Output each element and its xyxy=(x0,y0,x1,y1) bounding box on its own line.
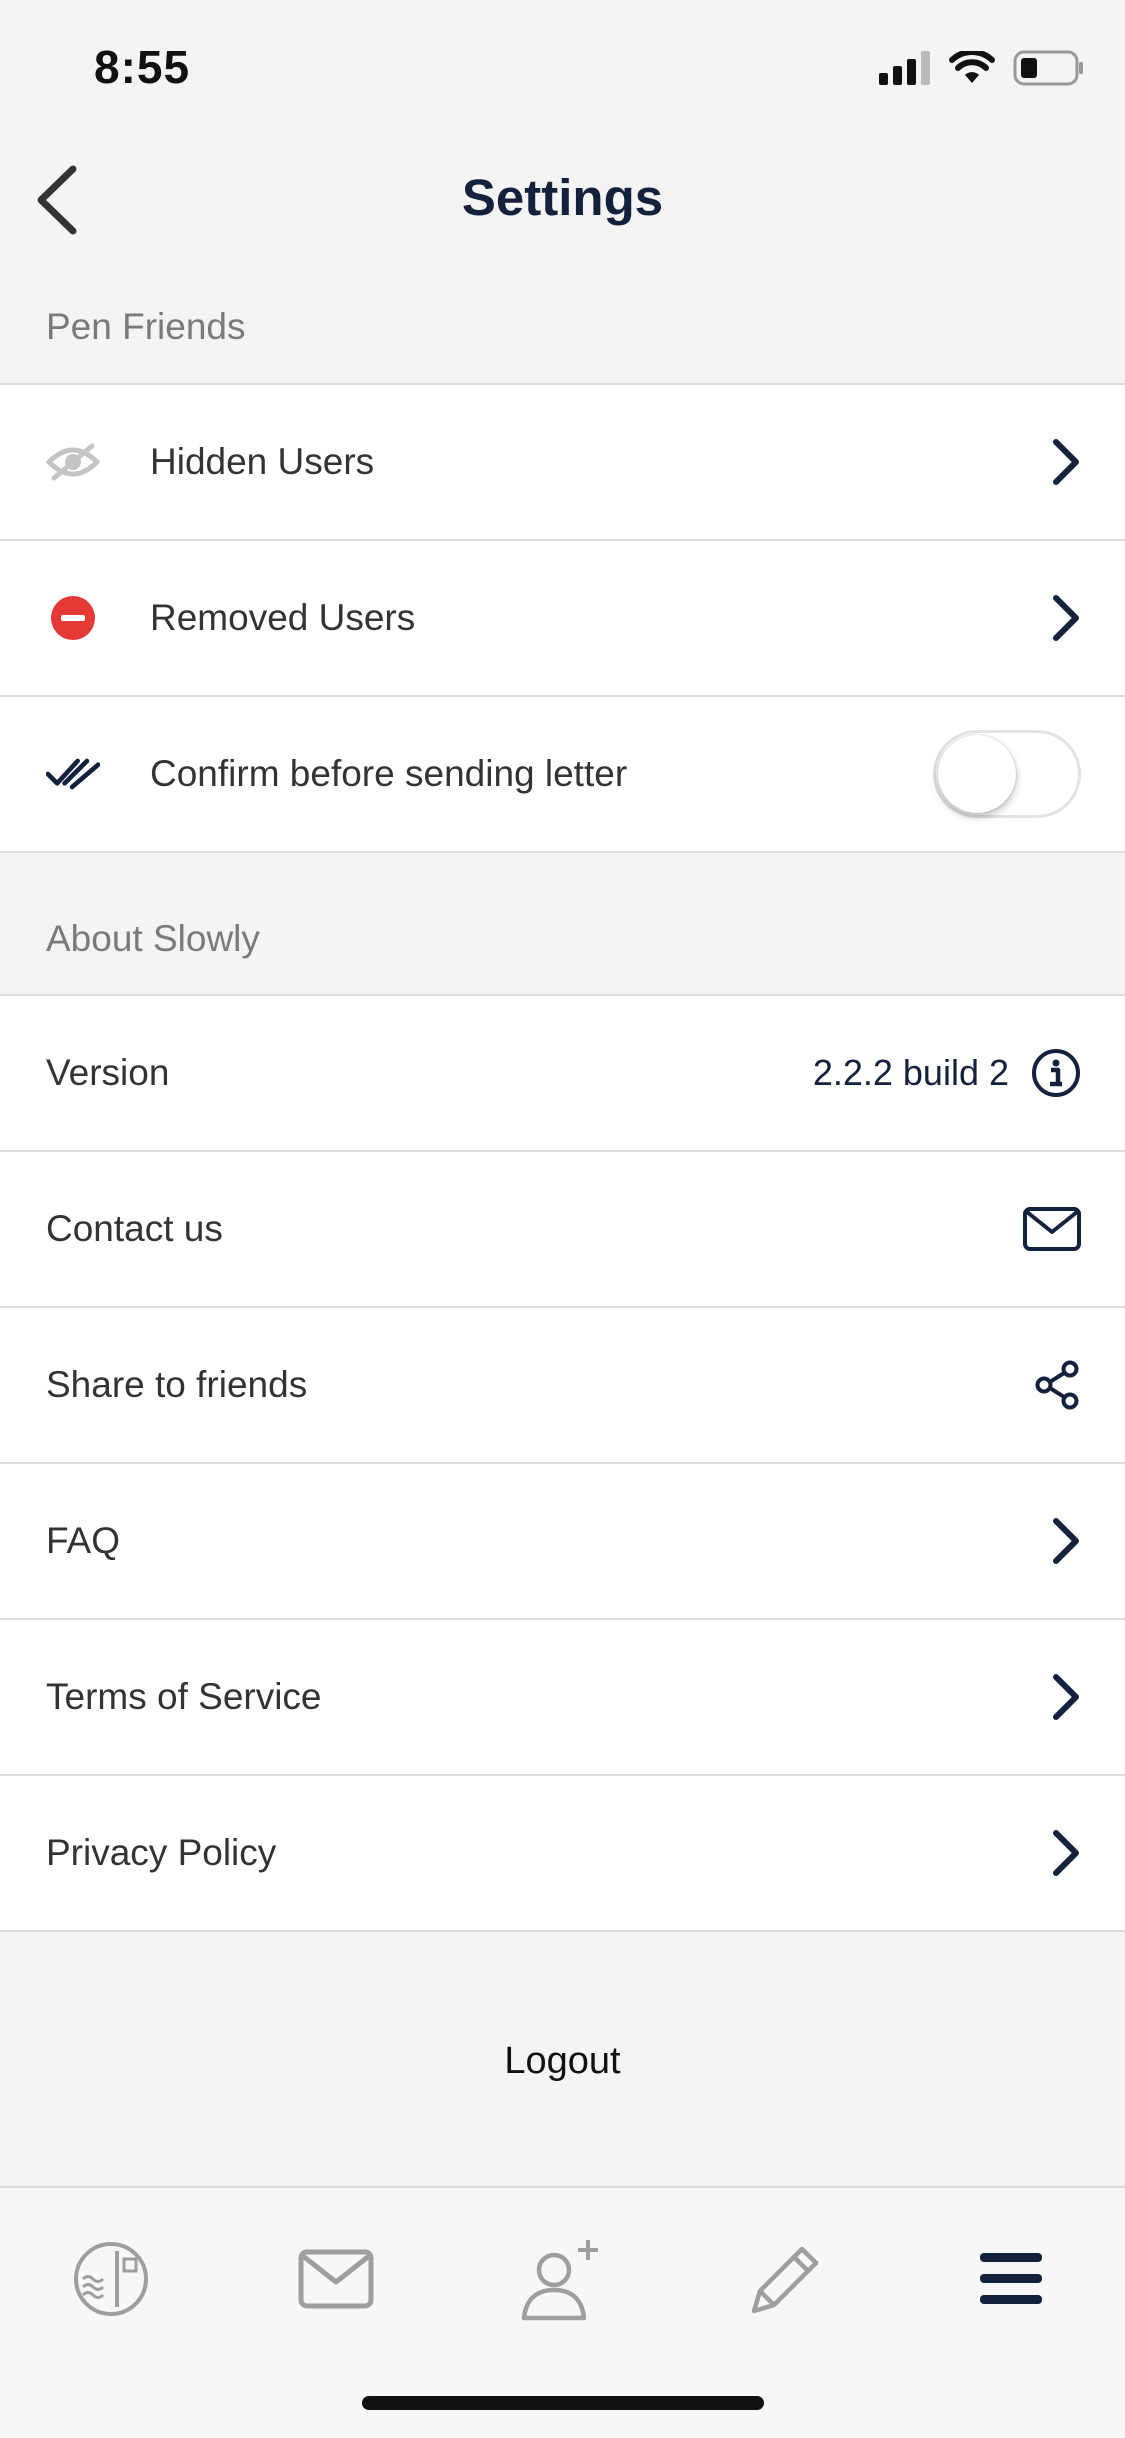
status-bar: 8:55 xyxy=(0,0,1125,130)
row-share-to-friends[interactable]: Share to friends xyxy=(0,1308,1125,1464)
row-label: Version xyxy=(46,1052,170,1093)
stamp-icon xyxy=(74,2242,148,2316)
confirm-toggle[interactable] xyxy=(933,730,1081,818)
row-label: Terms of Service xyxy=(46,1676,322,1717)
pencil-icon xyxy=(751,2246,819,2314)
row-label: Confirm before sending letter xyxy=(150,753,628,794)
row-confirm-before-sending: Confirm before sending letter xyxy=(0,697,1125,853)
row-label: Privacy Policy xyxy=(46,1832,277,1873)
eye-slash-icon xyxy=(46,435,100,489)
wifi-icon xyxy=(949,51,995,83)
row-label: Removed Users xyxy=(150,597,416,638)
tab-stamp[interactable] xyxy=(56,2224,166,2334)
double-check-icon xyxy=(46,747,100,801)
mail-icon xyxy=(298,2249,374,2309)
row-label: Contact us xyxy=(46,1208,223,1249)
about-group: Version 2.2.2 build 2 Contact us Share t… xyxy=(0,994,1125,1932)
home-indicator xyxy=(362,2396,764,2410)
status-icons xyxy=(879,50,1085,86)
section-header-label: About Slowly xyxy=(46,918,260,959)
chevron-right-icon xyxy=(1053,1674,1079,1720)
envelope-icon xyxy=(1023,1207,1081,1251)
row-faq[interactable]: FAQ xyxy=(0,1464,1125,1620)
row-label: FAQ xyxy=(46,1520,121,1561)
row-hidden-users[interactable]: Hidden Users xyxy=(0,385,1125,541)
share-icon xyxy=(1035,1360,1079,1410)
tab-menu[interactable] xyxy=(956,2224,1066,2334)
status-time: 8:55 xyxy=(94,41,191,93)
add-friend-icon xyxy=(521,2240,598,2321)
toggle-knob xyxy=(938,735,1016,813)
chevron-right-icon xyxy=(1053,439,1079,485)
row-removed-users[interactable]: Removed Users xyxy=(0,541,1125,697)
cellular-signal-icon xyxy=(879,51,930,85)
row-contact-us[interactable]: Contact us xyxy=(0,1152,1125,1308)
minus-circle-icon xyxy=(46,591,100,645)
menu-icon xyxy=(980,2253,1042,2304)
version-value: 2.2.2 build 2 xyxy=(812,1052,1009,1093)
chevron-right-icon xyxy=(1053,1830,1079,1876)
row-version: Version 2.2.2 build 2 xyxy=(0,996,1125,1152)
row-label: Hidden Users xyxy=(150,441,375,482)
row-label: Share to friends xyxy=(46,1364,308,1405)
nav-bar: Settings xyxy=(0,130,1125,270)
chevron-right-icon xyxy=(1053,595,1079,641)
logout-button[interactable]: Logout xyxy=(0,2040,1125,2083)
row-privacy-policy[interactable]: Privacy Policy xyxy=(0,1776,1125,1932)
battery-icon xyxy=(1013,50,1083,86)
chevron-right-icon xyxy=(1053,1518,1079,1564)
section-header-pen-friends: Pen Friends xyxy=(0,306,1125,380)
row-terms-of-service[interactable]: Terms of Service xyxy=(0,1620,1125,1776)
section-header-label: Pen Friends xyxy=(46,306,246,347)
tab-mail[interactable] xyxy=(281,2224,391,2334)
tab-pencil[interactable] xyxy=(731,2224,841,2334)
page-title: Settings xyxy=(461,169,664,226)
tab-add-friend[interactable] xyxy=(506,2224,616,2334)
pen-friends-group: Hidden Users Removed Users Confirm befor… xyxy=(0,383,1125,853)
info-icon[interactable] xyxy=(1031,1048,1081,1098)
section-header-about: About Slowly xyxy=(0,918,1125,992)
